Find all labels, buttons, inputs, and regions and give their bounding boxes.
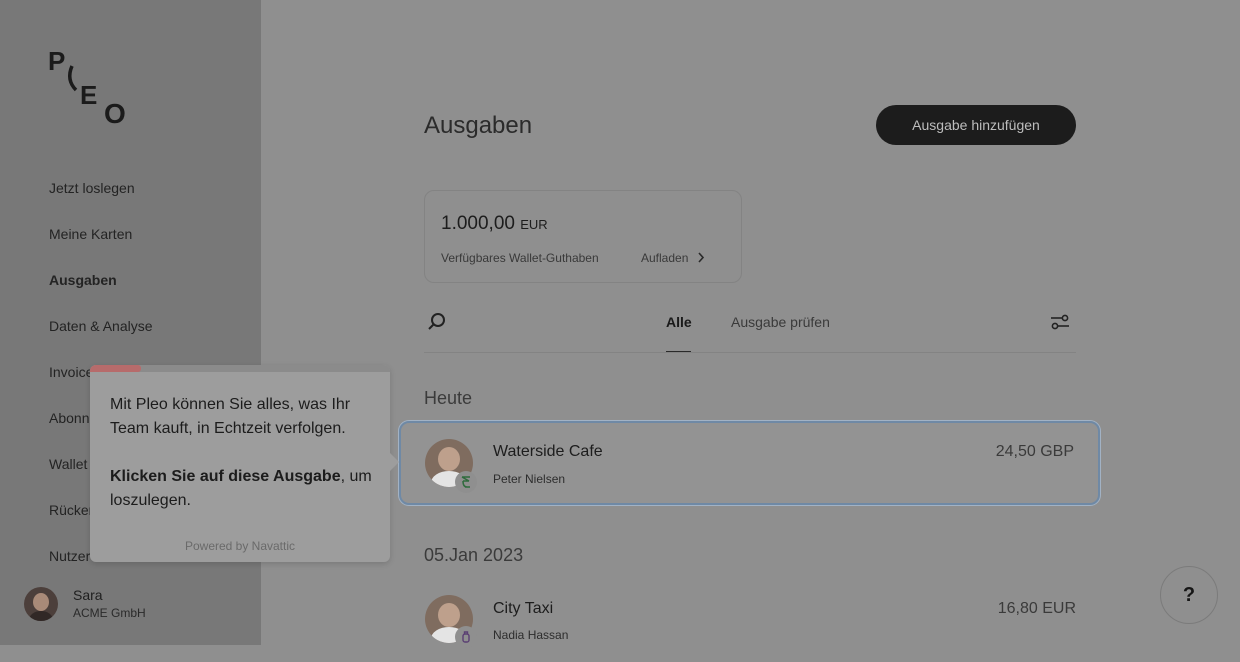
expense-row-highlighted[interactable]: Waterside Cafe Peter Nielsen 24,50 GBP [399, 421, 1100, 505]
filter-icon[interactable] [1050, 313, 1070, 331]
tab-alle[interactable]: Alle [666, 314, 692, 330]
tooltip-intro: Mit Pleo können Sie alles, was Ihr Team … [110, 396, 351, 437]
wallet-currency: EUR [520, 217, 548, 232]
svg-text:E: E [80, 80, 97, 110]
user-profile[interactable]: Sara ACME GmbH [24, 586, 146, 622]
wallet-card: 1.000,00 EUR Verfügbares Wallet-Guthaben… [424, 190, 742, 283]
expense-amount: 24,50 GBP [995, 443, 1074, 460]
svg-text:P: P [48, 46, 65, 76]
merchant-name: Waterside Cafe [493, 443, 603, 460]
expense-row[interactable]: City Taxi Nadia Hassan 16,80 EUR [424, 590, 1076, 662]
avatar [24, 587, 58, 621]
sidebar-item-meine-karten[interactable]: Meine Karten [49, 224, 159, 270]
search-icon[interactable] [427, 312, 447, 332]
guided-tour-tooltip: Mit Pleo können Sie alles, was Ihr Team … [90, 365, 399, 562]
add-expense-button[interactable]: Ausgabe hinzufügen [876, 105, 1076, 145]
tooltip-cta-bold: Klicken Sie auf diese Ausgabe [110, 468, 341, 485]
powered-by-link[interactable]: Powered by Navattic [90, 539, 390, 553]
food-icon [455, 471, 477, 493]
cardholder-name: Nadia Hassan [493, 628, 569, 642]
sidebar-item-daten-analyse[interactable]: Daten & Analyse [49, 316, 159, 362]
page-title: Ausgaben [424, 112, 533, 139]
section-label-date: 05.Jan 2023 [424, 545, 524, 565]
svg-text:O: O [104, 98, 126, 126]
section-label-heute: Heute [424, 388, 473, 408]
tour-progress-bar [90, 365, 141, 372]
sidebar-item-ausgaben[interactable]: Ausgaben [49, 270, 159, 316]
user-name: Sara [73, 587, 103, 603]
wallet-caption: Verfügbares Wallet-Guthaben [441, 251, 599, 265]
pleo-logo[interactable]: P E O [48, 46, 138, 126]
tab-ausgabe-pruefen[interactable]: Ausgabe prüfen [731, 314, 830, 330]
cardholder-name: Peter Nielsen [493, 472, 566, 486]
help-button[interactable]: ? [1160, 566, 1218, 624]
wallet-balance: 1.000,00 EUR [441, 213, 548, 235]
sidebar-item-jetzt-loslegen[interactable]: Jetzt loslegen [49, 178, 159, 224]
merchant-name: City Taxi [493, 600, 554, 617]
expense-amount: 16,80 EUR [997, 600, 1076, 617]
tabs-divider [424, 352, 1076, 353]
tooltip-body: Mit Pleo können Sie alles, was Ihr Team … [110, 393, 372, 513]
user-org: ACME GmbH [73, 606, 146, 620]
wallet-amount-value: 1.000,00 [441, 213, 515, 234]
top-up-label: Aufladen [641, 251, 689, 265]
tooltip-cta: Klicken Sie auf diese Ausgabe, um loszul… [110, 465, 372, 513]
tour-progress-track [90, 365, 390, 372]
chevron-right-icon [698, 252, 704, 263]
top-up-link[interactable]: Aufladen [641, 251, 706, 265]
